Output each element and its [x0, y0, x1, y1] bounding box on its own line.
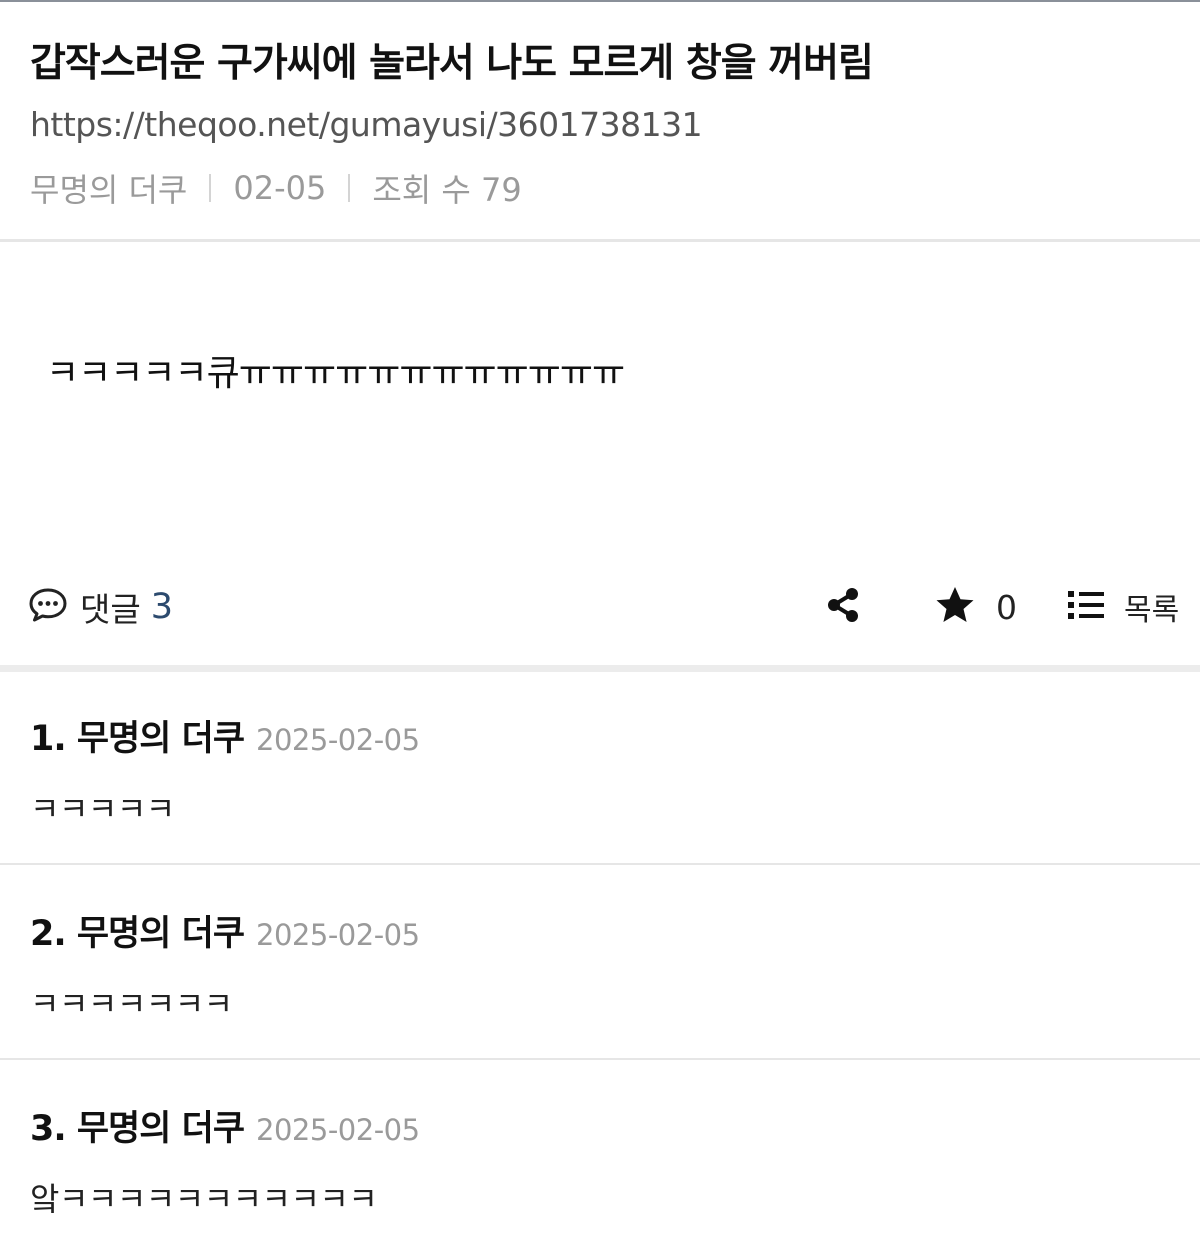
- comment-text: ㅋㅋㅋㅋㅋ: [30, 790, 175, 828]
- post-views: 조회 수 79: [372, 171, 522, 209]
- comment-item: 2. 무명의 더쿠 2025-02-05 ㅋㅋㅋㅋㅋㅋㅋ: [0, 867, 1200, 1060]
- comment-author: 1. 무명의 더쿠: [30, 719, 245, 759]
- comment-date: 2025-02-05: [256, 723, 420, 757]
- list-label: 목록: [1124, 593, 1180, 628]
- share-button[interactable]: [820, 584, 866, 630]
- comment-text: 앜ㅋㅋㅋㅋㅋㅋㅋㅋㅋㅋㅋ: [30, 1180, 378, 1218]
- comment-header: 2. 무명의 더쿠 2025-02-05: [30, 905, 420, 956]
- comment-header: 1. 무명의 더쿠 2025-02-05: [30, 710, 420, 761]
- comment-author: 3. 무명의 더쿠: [30, 1109, 245, 1149]
- post-title: 갑작스러운 구가씨에 놀라서 나도 모르게 창을 꺼버림: [30, 41, 874, 86]
- star-button[interactable]: 0: [934, 582, 1017, 632]
- star-icon: [934, 585, 976, 629]
- comments-divider: [0, 665, 1200, 672]
- post-url-link[interactable]: https://theqoo.net/gumayusi/3601738131: [30, 105, 703, 144]
- meta-separator: [209, 174, 212, 202]
- comment-date: 2025-02-05: [256, 1113, 420, 1147]
- speech-bubble-icon: [28, 587, 68, 627]
- post-body: ㅋㅋㅋㅋㅋ큐ㅠㅠㅠㅠㅠㅠㅠㅠㅠㅠㅠㅠ: [46, 353, 625, 394]
- share-icon: [825, 586, 861, 628]
- action-bar: 댓글 3 0 목록: [0, 572, 1200, 642]
- post-date: 02-05: [233, 169, 327, 207]
- meta-separator: [348, 174, 351, 202]
- comments-label: 댓글: [80, 590, 141, 629]
- comment-author: 2. 무명의 더쿠: [30, 914, 245, 954]
- list-icon: [1066, 589, 1106, 625]
- header-divider: [0, 239, 1200, 242]
- comments-button[interactable]: 댓글 3: [28, 582, 173, 632]
- comment-header: 3. 무명의 더쿠 2025-02-05: [30, 1100, 420, 1151]
- comments-count: 3: [150, 587, 174, 627]
- comment-date: 2025-02-05: [256, 918, 420, 952]
- post-author: 무명의 더쿠: [30, 171, 188, 209]
- comment-text: ㅋㅋㅋㅋㅋㅋㅋ: [30, 985, 233, 1023]
- comment-item: 3. 무명의 더쿠 2025-02-05 앜ㅋㅋㅋㅋㅋㅋㅋㅋㅋㅋㅋ: [0, 1062, 1200, 1255]
- post-header: 갑작스러운 구가씨에 놀라서 나도 모르게 창을 꺼버림 https://the…: [0, 2, 1200, 240]
- post-meta: 무명의 더쿠 02-05 조회 수 79: [30, 165, 522, 211]
- star-count: 0: [996, 587, 1017, 627]
- comment-item: 1. 무명의 더쿠 2025-02-05 ㅋㅋㅋㅋㅋ: [0, 672, 1200, 865]
- list-button[interactable]: 목록: [1066, 582, 1179, 632]
